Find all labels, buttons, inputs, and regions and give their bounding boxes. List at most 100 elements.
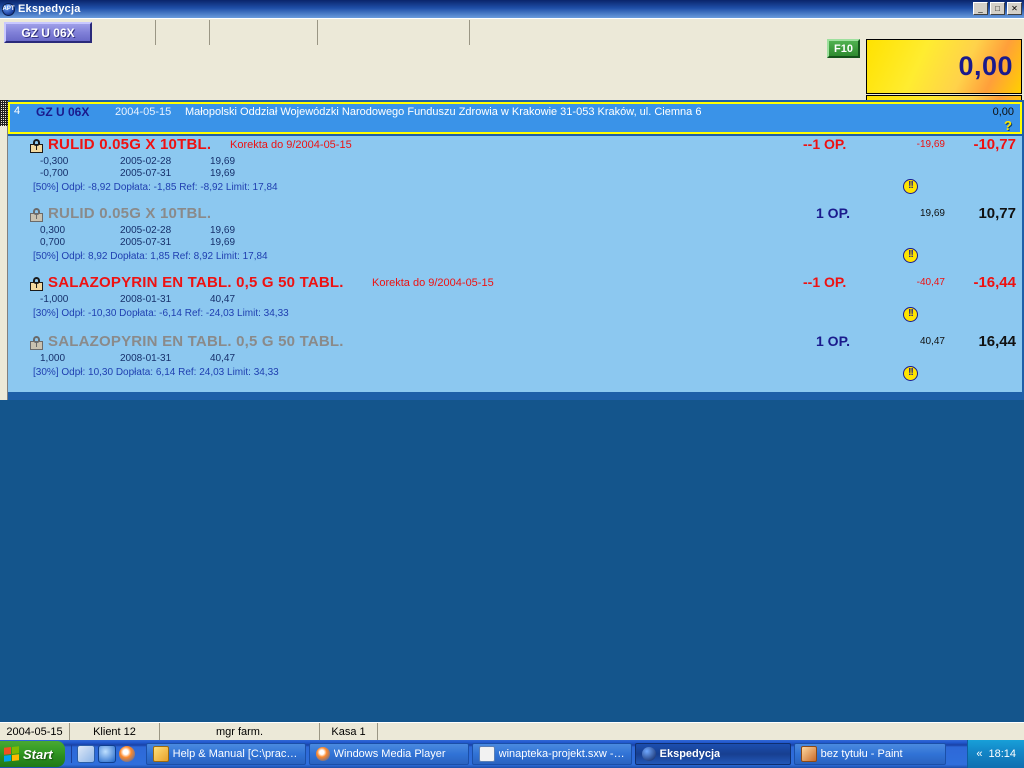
unit-price: 19,69 bbox=[919, 208, 945, 219]
lock-icon: T bbox=[30, 277, 43, 291]
prescription-list: 4 GZ U 06X 2004-05-15 Małopolski Oddział… bbox=[0, 100, 1024, 400]
list-header-row[interactable]: 4 GZ U 06X 2004-05-15 Małopolski Oddział… bbox=[8, 102, 1022, 134]
line-date: 2008-01-31 bbox=[120, 353, 172, 364]
tab-cell-4[interactable] bbox=[318, 20, 470, 45]
header-amount: 0,00 bbox=[992, 106, 1014, 118]
task-label: Windows Media Player bbox=[333, 748, 446, 760]
status-bar: 2004-05-15 Klient 12 mgr farm. Kasa 1 bbox=[0, 722, 1024, 740]
list-rows: T RULID 0.05G X 10TBL. Korekta do 9/2004… bbox=[8, 136, 1022, 392]
line-price: 19,69 bbox=[210, 168, 236, 179]
help-icon[interactable]: ? bbox=[1004, 118, 1012, 133]
help-manual-icon bbox=[152, 746, 169, 762]
table-row[interactable]: T SALAZOPYRIN EN TABL. 0,5 G 50 TABL. 1,… bbox=[8, 333, 1022, 392]
line-qty: -1,000 bbox=[40, 294, 69, 305]
korekta-label: Korekta do 9/2004-05-15 bbox=[372, 277, 494, 289]
tab-gz-u-06x[interactable]: GZ U 06X bbox=[4, 22, 92, 43]
title-bar: APT Ekspedycja _ □ ✕ bbox=[0, 0, 1024, 18]
lock-icon: T bbox=[30, 208, 43, 222]
task-button[interactable]: bez tytułu - Paint bbox=[793, 743, 946, 765]
package-count: --1 OP. bbox=[803, 136, 847, 152]
refund-details: [50%] Odpł: -8,92 Dopłata: -1,85 Ref: -8… bbox=[33, 182, 278, 193]
task-label: Help & Manual [C:\praca... bbox=[172, 748, 299, 760]
status-client: Klient 12 bbox=[70, 723, 160, 740]
task-label: winapteka-projekt.sxw - ... bbox=[498, 748, 625, 760]
status-date: 2004-05-15 bbox=[0, 723, 70, 740]
row-total: -10,77 bbox=[973, 136, 1016, 153]
line-price: 19,69 bbox=[210, 237, 236, 248]
header-code: GZ U 06X bbox=[36, 105, 90, 119]
minimize-button[interactable]: _ bbox=[973, 2, 988, 15]
app-icon: APT bbox=[2, 2, 15, 16]
unit-price: -40,47 bbox=[916, 277, 945, 288]
unit-price: 40,47 bbox=[919, 336, 945, 347]
line-qty: -0,300 bbox=[40, 156, 69, 167]
maximize-button[interactable]: □ bbox=[990, 2, 1005, 15]
show-desktop-icon[interactable] bbox=[76, 745, 95, 763]
status-spare bbox=[378, 723, 1024, 740]
warning-icon[interactable]: !! bbox=[903, 248, 918, 263]
window-controls: _ □ ✕ bbox=[973, 2, 1022, 15]
lock-icon: T bbox=[30, 139, 43, 153]
refund-details: [50%] Odpł: 8,92 Dopłata: 1,85 Ref: 8,92… bbox=[33, 251, 268, 262]
line-qty: -0,700 bbox=[40, 168, 69, 179]
top-toolbar: GZ U 06X F10 0,00 bbox=[0, 18, 1024, 117]
package-count: --1 OP. bbox=[803, 274, 847, 290]
package-count: 1 OP. bbox=[816, 205, 850, 221]
package-count: 1 OP. bbox=[816, 333, 850, 349]
task-label: bez tytułu - Paint bbox=[820, 748, 903, 760]
total-amount-display: 0,00 bbox=[866, 39, 1022, 94]
task-button[interactable]: Windows Media Player bbox=[308, 743, 469, 765]
line-qty: 1,000 bbox=[40, 353, 66, 364]
refund-details: [30%] Odpł: 10,30 Dopłata: 6,14 Ref: 24,… bbox=[33, 367, 279, 378]
tray-expand-icon[interactable]: « bbox=[976, 748, 982, 760]
line-date: 2005-07-31 bbox=[120, 237, 172, 248]
media-player-icon[interactable] bbox=[118, 746, 135, 762]
writer-doc-icon bbox=[478, 746, 495, 762]
taskbar: Start Help & Manual [C:\praca... Windows… bbox=[0, 740, 1024, 768]
task-button[interactable]: winapteka-projekt.sxw - ... bbox=[471, 743, 632, 765]
line-price: 19,69 bbox=[210, 156, 236, 167]
window-title: Ekspedycja bbox=[18, 3, 81, 15]
unit-price: -19,69 bbox=[916, 139, 945, 150]
task-label: Ekspedycja bbox=[659, 748, 721, 760]
product-name: RULID 0.05G X 10TBL. bbox=[48, 205, 212, 222]
row-total: -16,44 bbox=[973, 274, 1016, 291]
product-name: SALAZOPYRIN EN TABL. 0,5 G 50 TABL. bbox=[48, 333, 344, 350]
warning-icon[interactable]: !! bbox=[903, 307, 918, 322]
table-row[interactable]: T RULID 0.05G X 10TBL. Korekta do 9/2004… bbox=[8, 136, 1022, 205]
warning-icon[interactable]: !! bbox=[903, 366, 918, 381]
korekta-label: Korekta do 9/2004-05-15 bbox=[230, 139, 352, 151]
line-price: 40,47 bbox=[210, 353, 236, 364]
internet-explorer-icon[interactable] bbox=[97, 745, 116, 763]
line-date: 2005-02-28 bbox=[120, 156, 172, 167]
close-button[interactable]: ✕ bbox=[1007, 2, 1022, 15]
tab-cell-3[interactable] bbox=[210, 20, 318, 45]
tab-cell-5[interactable] bbox=[470, 20, 866, 45]
tab-cell-1[interactable]: GZ U 06X bbox=[0, 20, 156, 45]
product-name: RULID 0.05G X 10TBL. bbox=[48, 136, 212, 153]
line-qty: 0,300 bbox=[40, 225, 66, 236]
line-qty: 0,700 bbox=[40, 237, 66, 248]
line-date: 2005-02-28 bbox=[120, 225, 172, 236]
warning-icon[interactable]: !! bbox=[903, 179, 918, 194]
status-till: Kasa 1 bbox=[320, 723, 378, 740]
line-price: 19,69 bbox=[210, 225, 236, 236]
table-row[interactable]: T RULID 0.05G X 10TBL. 0,300 2005-02-28 … bbox=[8, 205, 1022, 274]
tab-strip: GZ U 06X bbox=[0, 20, 866, 45]
row-total: 10,77 bbox=[978, 205, 1016, 222]
windows-flag-icon bbox=[4, 746, 19, 762]
product-name: SALAZOPYRIN EN TABL. 0,5 G 50 TABL. bbox=[48, 274, 344, 291]
refund-details: [30%] Odpł: -10,30 Dopłata: -6,14 Ref: -… bbox=[33, 308, 289, 319]
f10-button[interactable]: F10 bbox=[827, 39, 860, 58]
tab-cell-2[interactable] bbox=[156, 20, 210, 45]
header-date: 2004-05-15 bbox=[115, 106, 172, 118]
tray-clock[interactable]: 18:14 bbox=[988, 748, 1016, 760]
task-button-active[interactable]: Ekspedycja bbox=[634, 743, 791, 765]
header-number: 4 bbox=[14, 105, 21, 117]
table-row[interactable]: T SALAZOPYRIN EN TABL. 0,5 G 50 TABL. Ko… bbox=[8, 274, 1022, 333]
start-button[interactable]: Start bbox=[0, 741, 65, 767]
line-price: 40,47 bbox=[210, 294, 236, 305]
task-button[interactable]: Help & Manual [C:\praca... bbox=[145, 743, 306, 765]
lock-icon: T bbox=[30, 336, 43, 350]
gutter-grip[interactable] bbox=[0, 100, 8, 126]
